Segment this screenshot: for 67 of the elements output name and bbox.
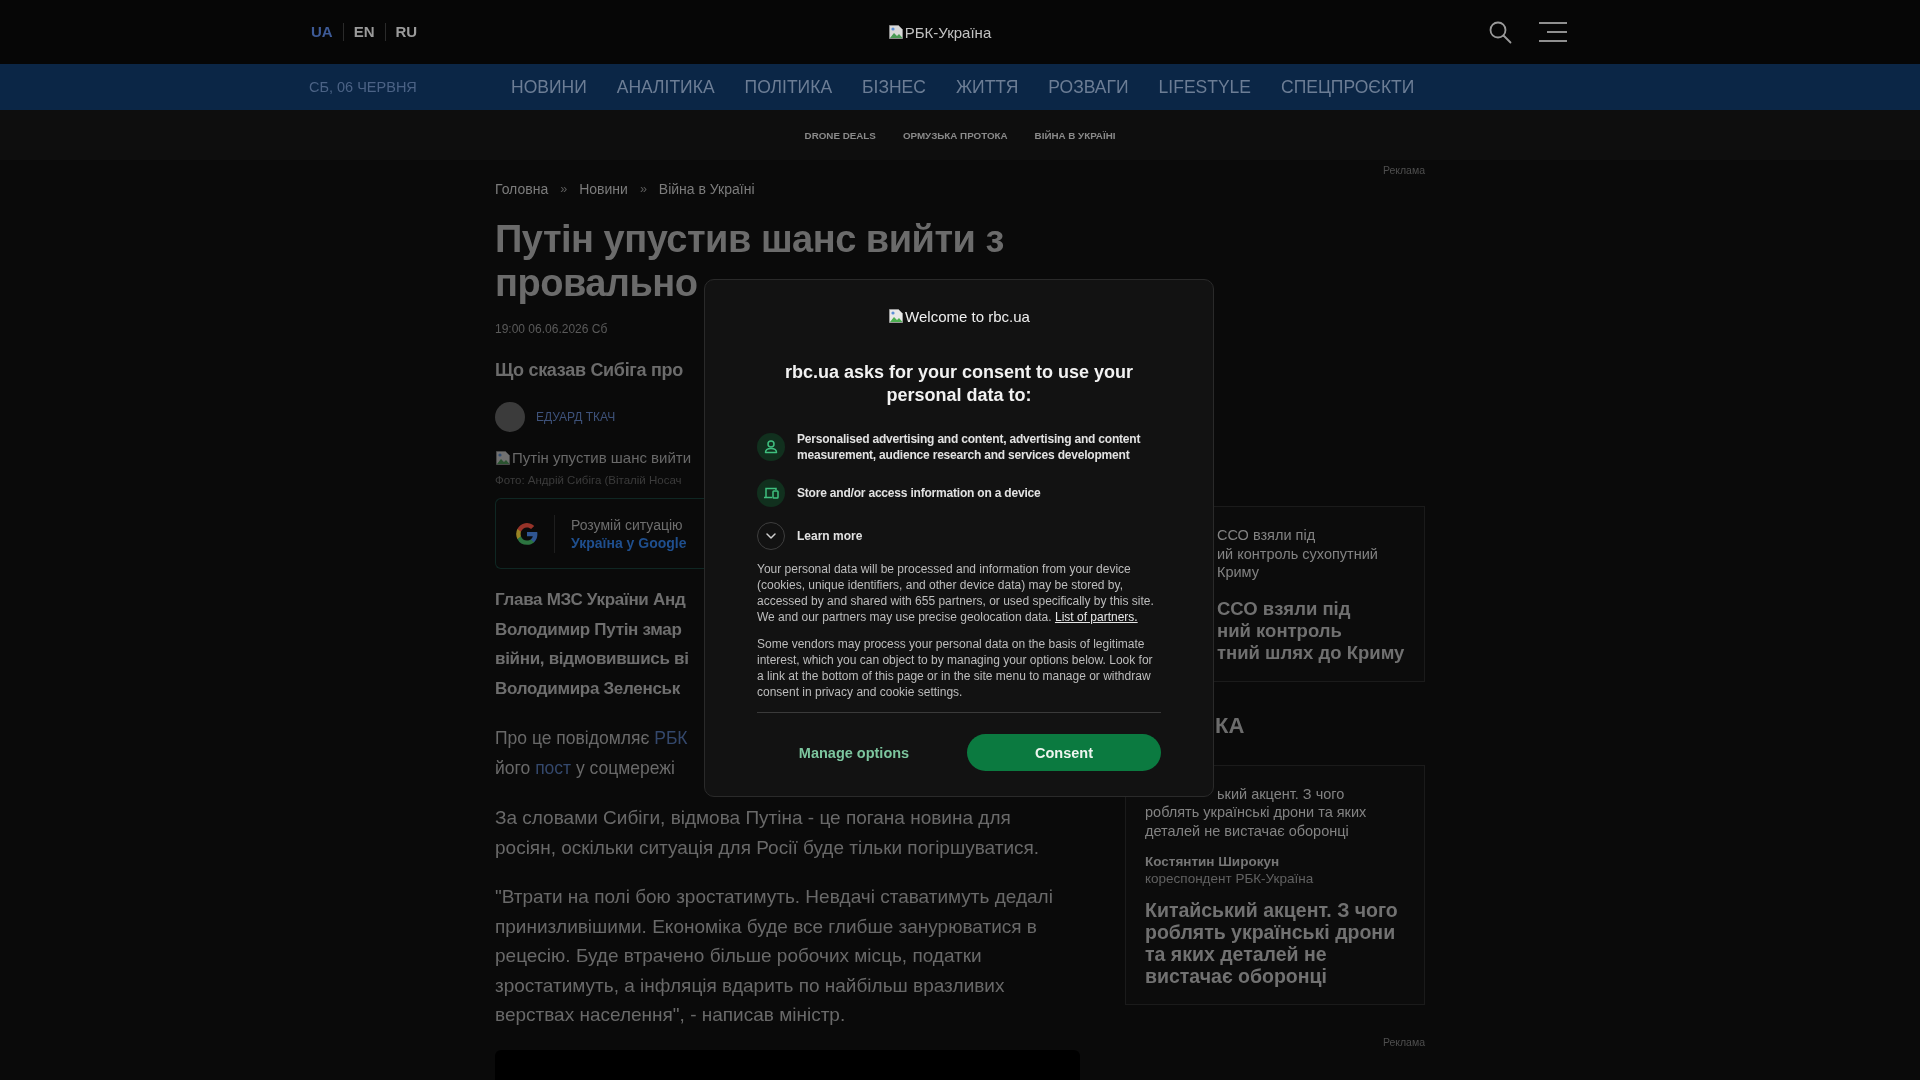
- section-heading: КА: [1215, 712, 1245, 739]
- topic-link[interactable]: ОРМУЗЬКА ПРОТОКА: [902, 129, 1008, 141]
- card-caption-text: роблять українські дрони та яких деталей не вистачає оборонці: [1145, 803, 1368, 840]
- card-caption-fragment: ий контроль сухопутний: [1217, 544, 1378, 563]
- nav-link[interactable]: НОВИНИ: [511, 76, 587, 98]
- card-caption-fragment: Криму: [1217, 563, 1259, 582]
- nav-link[interactable]: ЖИТТЯ: [955, 76, 1019, 98]
- breadcrumb-separator: »: [560, 181, 568, 198]
- language-link[interactable]: RU: [384, 23, 428, 41]
- logo-link[interactable]: РБК-Україна: [887, 23, 992, 41]
- search-icon[interactable]: [1488, 20, 1512, 44]
- article-title: Путін упустив шанс вийти з провально: [495, 217, 1005, 305]
- purpose-text: Store and/or access information on a device: [797, 485, 1041, 501]
- paragraph-text: За словами Сибіги, відмова Путіна - це погана новина для росіян, оскільки ситуація для Росії буде тільки погіршуватися.: [495, 806, 1041, 860]
- topic-link[interactable]: DRONE DEALS: [804, 129, 876, 141]
- breadcrumb-link[interactable]: Головна: [495, 180, 549, 198]
- analytics-card[interactable]: [1125, 764, 1425, 1005]
- publish-date-text: 19:00 06.06.2026 Сб: [495, 321, 608, 337]
- nav-link[interactable]: LIFESTYLE: [1158, 76, 1251, 98]
- author-avatar: [495, 402, 525, 432]
- paragraph-text: "Втрати на полі бою зростатимуть. Невдачі ставатимуть дедалі принизливішими. Економіка буде все глибше занурюватися в рецесію. Буде втрачено більше робочих місць, податки зростатимуть, а інфляція вдарить по найбільш вразливих верствах населення", - написав міністр.: [495, 885, 1054, 1027]
- topic-link[interactable]: ВІЙНА В УКРАЇНІ: [1034, 129, 1116, 141]
- paragraph-line-text: Про це повідомляє РБК: [495, 727, 688, 750]
- ad-label: Реклама: [1382, 163, 1425, 177]
- devices-icon: [757, 479, 785, 507]
- image-alt-text: Путін упустив шанс вийти: [512, 448, 692, 468]
- nav-link[interactable]: СПЕЦПРОЄКТИ: [1281, 76, 1415, 98]
- learn-more-toggle[interactable]: Learn more: [757, 522, 863, 550]
- card-author-role: кореспондент РБК-Україна: [1145, 870, 1314, 887]
- ad-label: Реклама: [1382, 1035, 1425, 1049]
- card-caption-fragment: ССО взяли під: [1217, 526, 1316, 545]
- broken-image-icon: [887, 24, 904, 40]
- nav-link[interactable]: РОЗВАГИ: [1048, 76, 1129, 98]
- dialog-heading: rbc.ua asks for your consent to use your personal data to:: [783, 361, 1135, 407]
- intro-line-text: війни, відмовившись ві: [495, 648, 689, 670]
- card-author-name: Костянтин Широкун: [1145, 853, 1280, 870]
- card-title-fragment: ССО взяли під: [1217, 597, 1351, 620]
- dialog-logo-alt-text: Welcome to rbc.ua: [905, 307, 1030, 325]
- g-logo-icon: [514, 520, 540, 547]
- breadcrumb-separator: »: [639, 181, 647, 198]
- intro-line-text: Володимир Путін змар: [495, 618, 682, 641]
- broken-image-icon: [495, 450, 511, 466]
- promo-text: Розумій ситуацію: [571, 515, 683, 534]
- person-icon: [757, 433, 785, 461]
- breadcrumb-link[interactable]: Новини: [579, 180, 628, 198]
- card-title: Китайський акцент. З чого роблять українські дрони та яких деталей не вистачає оборонці: [1145, 899, 1399, 987]
- promo-link[interactable]: Україна у Google: [571, 533, 687, 552]
- nav-link[interactable]: ПОЛІТИКА: [744, 76, 833, 98]
- date-text: СБ, 06 ЧЕРВНЯ: [309, 79, 417, 95]
- manage-options-button[interactable]: Manage options: [792, 734, 916, 771]
- nav-link[interactable]: АНАЛІТИКА: [616, 76, 715, 98]
- language-link[interactable]: EN: [342, 23, 385, 41]
- language-link[interactable]: UA: [311, 23, 343, 41]
- lead-text: Що сказав Сибіга про: [495, 359, 683, 382]
- menu-icon[interactable]: [1538, 21, 1568, 43]
- card-caption-fragment: ький акцент. З чого: [1217, 784, 1345, 803]
- breadcrumb-link[interactable]: Війна в Україні: [658, 180, 755, 198]
- broken-image-icon: [888, 308, 905, 324]
- author-link[interactable]: ЕДУАРД ТКАЧ: [536, 410, 616, 424]
- intro-line-text: Володимира Зеленськ: [495, 677, 680, 700]
- nav-link[interactable]: БІЗНЕС: [862, 76, 926, 98]
- card-title-fragment: ний контроль: [1217, 619, 1342, 642]
- paragraph-line-text: його пост у соцмережі: [495, 757, 675, 780]
- intro-line-text: Глава МЗС України Анд: [495, 589, 686, 611]
- purpose-text: Personalised advertising and content, advertising and content measurement, audience research and services development: [797, 431, 1142, 463]
- consent-button[interactable]: Consent: [967, 734, 1161, 771]
- card-title-fragment: тний шлях до Криму: [1217, 641, 1405, 664]
